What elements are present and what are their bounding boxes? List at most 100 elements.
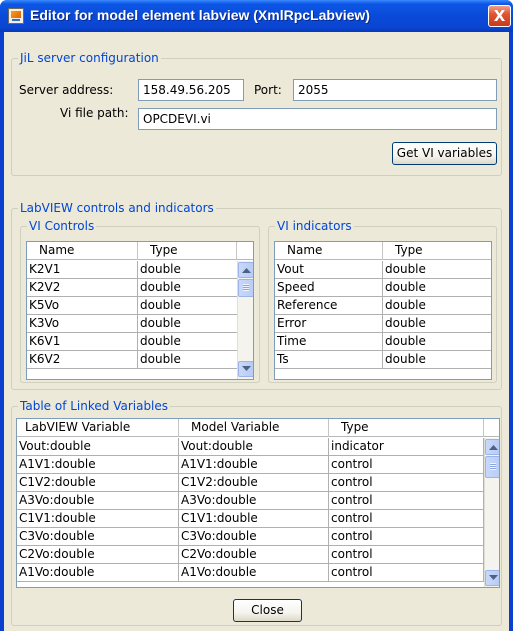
column-header[interactable]: Name (275, 242, 383, 260)
table-cell: indicator (329, 438, 484, 456)
table-cell: A1V1:double (17, 456, 179, 474)
column-header[interactable]: Name (27, 242, 138, 260)
table-cell: double (138, 315, 238, 333)
table-cell: double (383, 315, 491, 333)
table-row[interactable]: Vout:double Vout:double indicator (17, 438, 484, 456)
port-field[interactable]: 2055 (293, 79, 497, 101)
column-header[interactable]: Model Variable (179, 419, 329, 437)
column-header[interactable]: Type (383, 242, 491, 260)
table-cell: Reference (275, 297, 383, 315)
get-vi-variables-button[interactable]: Get VI variables (392, 142, 497, 165)
scroll-up-icon[interactable] (485, 439, 499, 455)
table-header: Name Type (275, 242, 491, 260)
table-row[interactable]: K6V1 double (27, 333, 238, 351)
table-cell: double (383, 279, 491, 297)
table-cell: Time (275, 333, 383, 351)
table-row[interactable]: C1V1:double C1V1:double control (17, 510, 484, 528)
close-icon[interactable]: X (488, 5, 511, 27)
labview-group-label: LabVIEW controls and indicators (18, 201, 216, 215)
table-cell: double (138, 279, 238, 297)
table-cell: K2V1 (27, 261, 138, 279)
table-cell: Vout (275, 261, 383, 279)
table-row[interactable]: K3Vo double (27, 315, 238, 333)
table-cell: control (329, 510, 484, 528)
table-cell: control (329, 546, 484, 564)
table-cell: K6V1 (27, 333, 138, 351)
table-cell: C1V2:double (17, 474, 179, 492)
table-cell: control (329, 528, 484, 546)
table-row[interactable]: Vout double (275, 261, 491, 279)
table-cell: C2Vo:double (17, 546, 179, 564)
scroll-thumb[interactable] (238, 279, 253, 297)
column-header[interactable]: Type (329, 419, 484, 437)
table-cell: A1Vo:double (179, 564, 329, 582)
scroll-up-icon[interactable] (238, 262, 253, 278)
table-row[interactable]: K2V1 double (27, 261, 238, 279)
table-row[interactable]: A1Vo:double A1Vo:double control (17, 564, 484, 582)
table-cell: double (138, 351, 238, 369)
table-row[interactable]: A3Vo:double A3Vo:double control (17, 492, 484, 510)
table-cell: A1Vo:double (17, 564, 179, 582)
table-row[interactable]: Ts double (275, 351, 491, 369)
scroll-down-icon[interactable] (238, 361, 253, 377)
table-cell: K5Vo (27, 297, 138, 315)
table-row[interactable]: C2Vo:double C2Vo:double control (17, 546, 484, 564)
table-cell: C3Vo:double (17, 528, 179, 546)
title-bar[interactable]: Editor for model element labview (XmlRpc… (0, 0, 513, 32)
table-cell: C1V2:double (179, 474, 329, 492)
scroll-down-icon[interactable] (485, 570, 499, 586)
vi-controls-label: VI Controls (27, 219, 97, 233)
table-cell: Ts (275, 351, 383, 369)
table-row[interactable]: Speed double (275, 279, 491, 297)
table-cell: A3Vo:double (17, 492, 179, 510)
table-row[interactable]: K5Vo double (27, 297, 238, 315)
vi-controls-table[interactable]: Name Type K2V1 double K2V2 double K5Vo d… (26, 241, 254, 380)
table-cell: double (138, 297, 238, 315)
table-cell: C1V1:double (17, 510, 179, 528)
table-cell: double (138, 333, 238, 351)
table-cell: control (329, 492, 484, 510)
table-row[interactable]: Error double (275, 315, 491, 333)
table-cell: A3Vo:double (179, 492, 329, 510)
table-cell: Vout:double (179, 438, 329, 456)
table-row[interactable]: Reference double (275, 297, 491, 315)
table-cell: control (329, 456, 484, 474)
close-button[interactable]: Close (233, 599, 302, 622)
table-row[interactable]: A1V1:double A1V1:double control (17, 456, 484, 474)
dialog-body: JiL server configuration Server address:… (4, 32, 509, 631)
table-cell: K2V2 (27, 279, 138, 297)
table-cell: double (138, 261, 238, 279)
linked-variables-table[interactable]: LabVIEW Variable Model Variable Type Vou… (16, 418, 500, 588)
java-cup-icon (8, 8, 24, 24)
scroll-thumb[interactable] (485, 456, 499, 478)
table-cell: control (329, 474, 484, 492)
table-cell: double (383, 261, 491, 279)
table-cell: C2Vo:double (179, 546, 329, 564)
table-cell: double (383, 333, 491, 351)
table-cell: control (329, 564, 484, 582)
linked-variables-label: Table of Linked Variables (18, 399, 171, 413)
linked-variables-scrollbar[interactable] (484, 438, 499, 587)
table-row[interactable]: K2V2 double (27, 279, 238, 297)
table-row[interactable]: C1V2:double C1V2:double control (17, 474, 484, 492)
column-header[interactable]: LabVIEW Variable (17, 419, 179, 437)
vi-path-field[interactable]: OPCDEVI.vi (138, 108, 497, 130)
table-row[interactable]: C3Vo:double C3Vo:double control (17, 528, 484, 546)
vi-controls-scrollbar[interactable] (237, 261, 253, 379)
vi-indicators-table[interactable]: Name Type Vout double Speed double Refer… (274, 241, 492, 380)
vi-indicators-label: VI indicators (275, 219, 354, 233)
editor-window: Editor for model element labview (XmlRpc… (0, 0, 513, 631)
table-header: LabVIEW Variable Model Variable Type (17, 419, 499, 437)
server-address-label: Server address: (19, 83, 114, 97)
table-cell: Vout:double (17, 438, 179, 456)
vi-path-label: Vi file path: (60, 106, 129, 120)
table-row[interactable]: K6V2 double (27, 351, 238, 369)
table-row[interactable]: Time double (275, 333, 491, 351)
server-address-field[interactable]: 158.49.56.205 (138, 79, 244, 101)
window-title: Editor for model element labview (XmlRpc… (30, 7, 370, 23)
column-header[interactable]: Type (138, 242, 237, 260)
table-cell: K3Vo (27, 315, 138, 333)
table-cell: double (383, 297, 491, 315)
port-label: Port: (254, 83, 282, 97)
table-cell: Error (275, 315, 383, 333)
